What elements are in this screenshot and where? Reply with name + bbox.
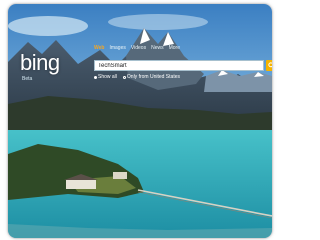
search-go-icon (268, 62, 272, 68)
option-show-all[interactable]: Show all (94, 74, 117, 80)
nav-news[interactable]: News (151, 45, 164, 51)
nav-images[interactable]: Images (109, 45, 125, 51)
option-only-united-states-label: Only from United States (126, 74, 180, 80)
option-show-all-label: Show all (98, 74, 117, 80)
search-nav: Web Images Videos News More (94, 45, 180, 51)
search-input[interactable] (95, 61, 256, 70)
radio-selected-icon[interactable] (94, 75, 97, 79)
search-box (94, 60, 264, 71)
search-options: Show all Only from United States (94, 74, 180, 80)
logo-subtitle: Beta (22, 76, 33, 82)
search-go-button[interactable] (266, 60, 272, 71)
browser-page: bing Beta Web Images Videos News More Sh… (8, 4, 272, 238)
background-image (8, 4, 272, 238)
nav-more[interactable]: More (169, 45, 180, 51)
option-only-united-states[interactable]: Only from United States (122, 74, 180, 80)
nav-videos[interactable]: Videos (131, 45, 146, 51)
nav-web[interactable]: Web (94, 45, 104, 51)
bing-logo[interactable]: bing (20, 50, 60, 76)
radio-icon[interactable] (122, 75, 126, 79)
